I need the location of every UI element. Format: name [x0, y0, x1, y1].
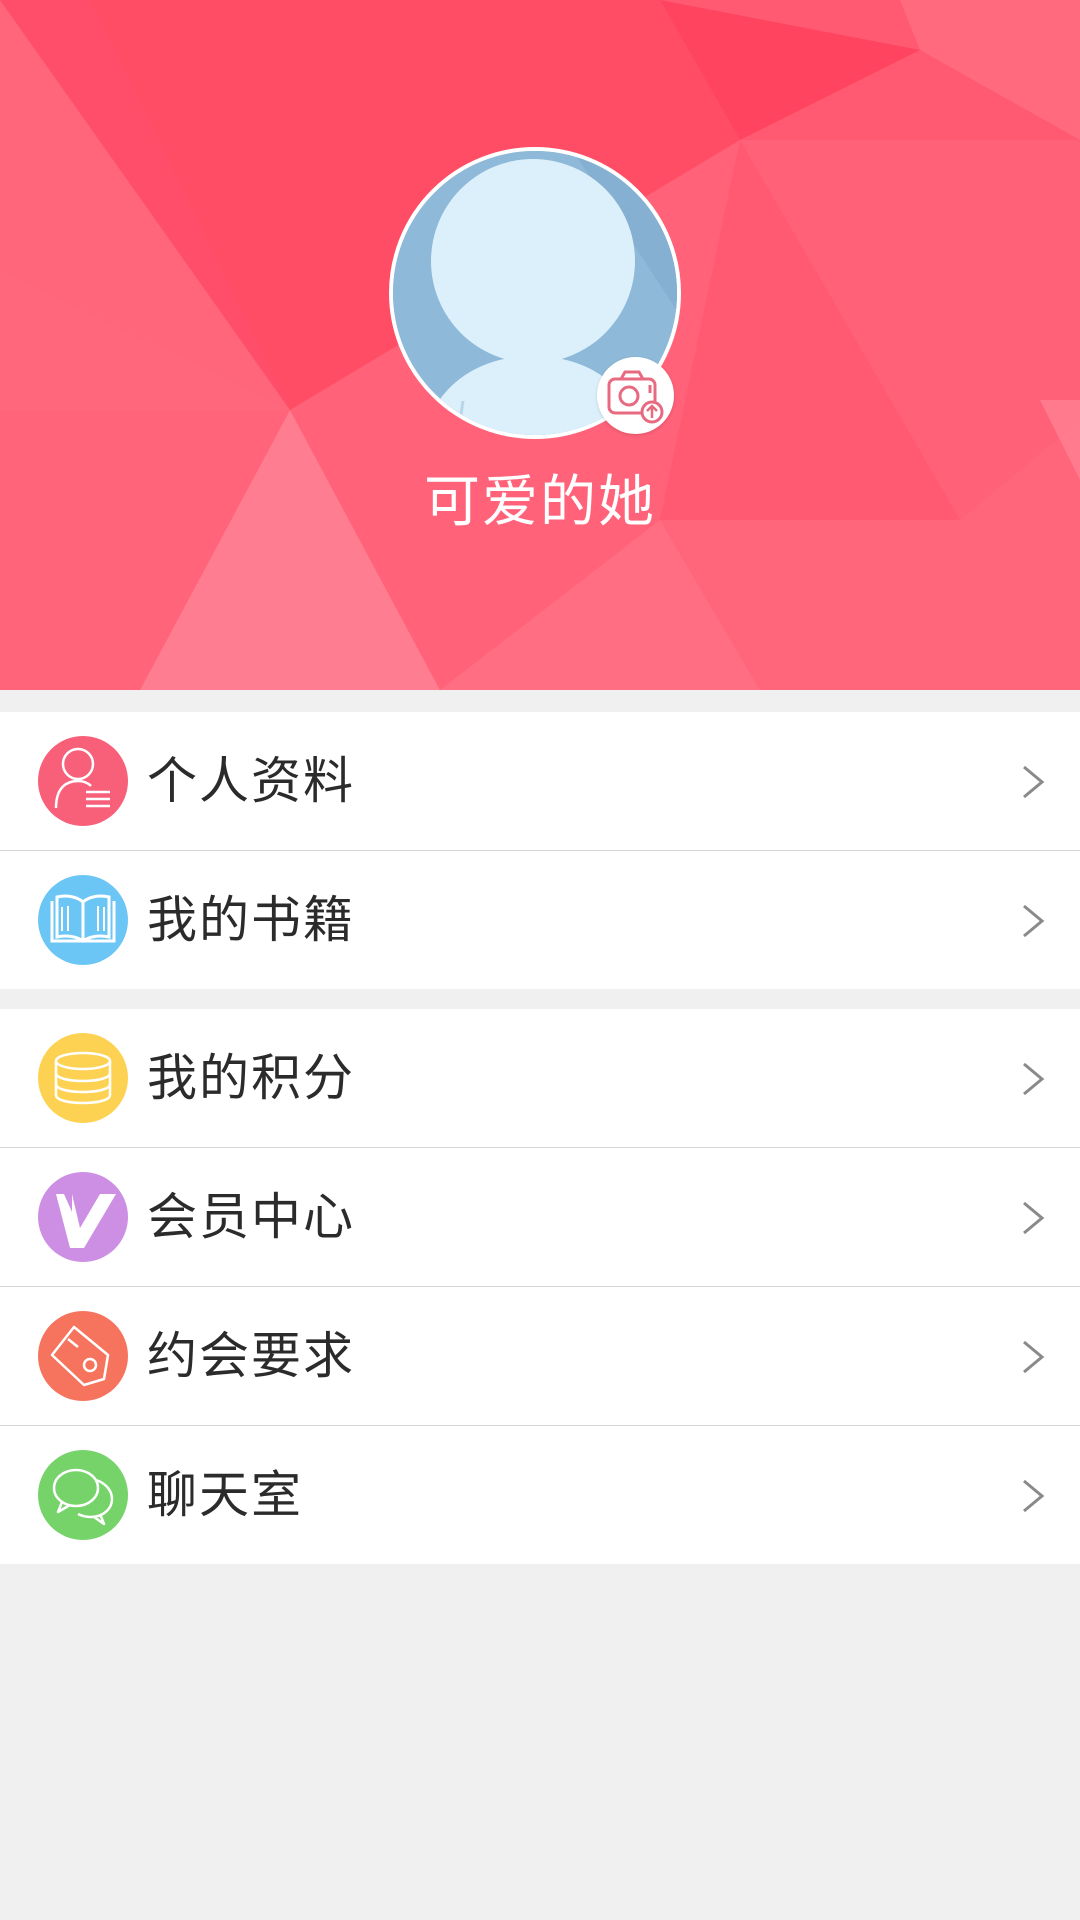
chevron-right-icon	[1023, 1479, 1045, 1513]
chevron-right-icon	[1023, 1201, 1045, 1235]
menu-item-label: 会员中心	[147, 1188, 355, 1246]
menu-item-chat-room[interactable]: 聊天室	[0, 1425, 1080, 1564]
chevron-right-icon	[1023, 904, 1045, 938]
menu-item-my-points[interactable]: 我的积分	[0, 1009, 1080, 1147]
menu-item-vip-center[interactable]: 会员中心	[0, 1147, 1080, 1286]
chevron-right-icon	[1023, 1340, 1045, 1374]
menu-item-label: 聊天室	[147, 1466, 303, 1524]
chevron-right-icon	[1023, 1062, 1045, 1096]
menu-item-label: 约会要求	[147, 1327, 355, 1385]
tag-icon	[38, 1311, 128, 1401]
avatar-upload-button[interactable]	[597, 357, 674, 434]
chevron-right-icon	[1023, 765, 1045, 799]
profile-header: 可爱的她	[0, 0, 1080, 690]
menu-item-personal-info[interactable]: 个人资料	[0, 712, 1080, 850]
book-icon	[38, 875, 128, 965]
menu-item-label: 我的书籍	[147, 891, 355, 949]
coins-icon	[38, 1033, 128, 1123]
menu-item-label: 我的积分	[147, 1049, 355, 1107]
menu-item-date-requirements[interactable]: 约会要求	[0, 1286, 1080, 1425]
camera-upload-icon	[607, 370, 664, 424]
menu-group-services: 我的积分 会员中心 约会要求 聊天室	[0, 1009, 1080, 1564]
vip-icon	[38, 1172, 128, 1262]
menu-item-label: 个人资料	[147, 752, 355, 810]
menu-group-profile: 个人资料 我的书籍	[0, 712, 1080, 989]
personal-info-icon	[38, 736, 128, 826]
nickname: 可爱的她	[424, 470, 656, 535]
menu-item-my-books[interactable]: 我的书籍	[0, 850, 1080, 989]
chat-icon	[38, 1450, 128, 1540]
